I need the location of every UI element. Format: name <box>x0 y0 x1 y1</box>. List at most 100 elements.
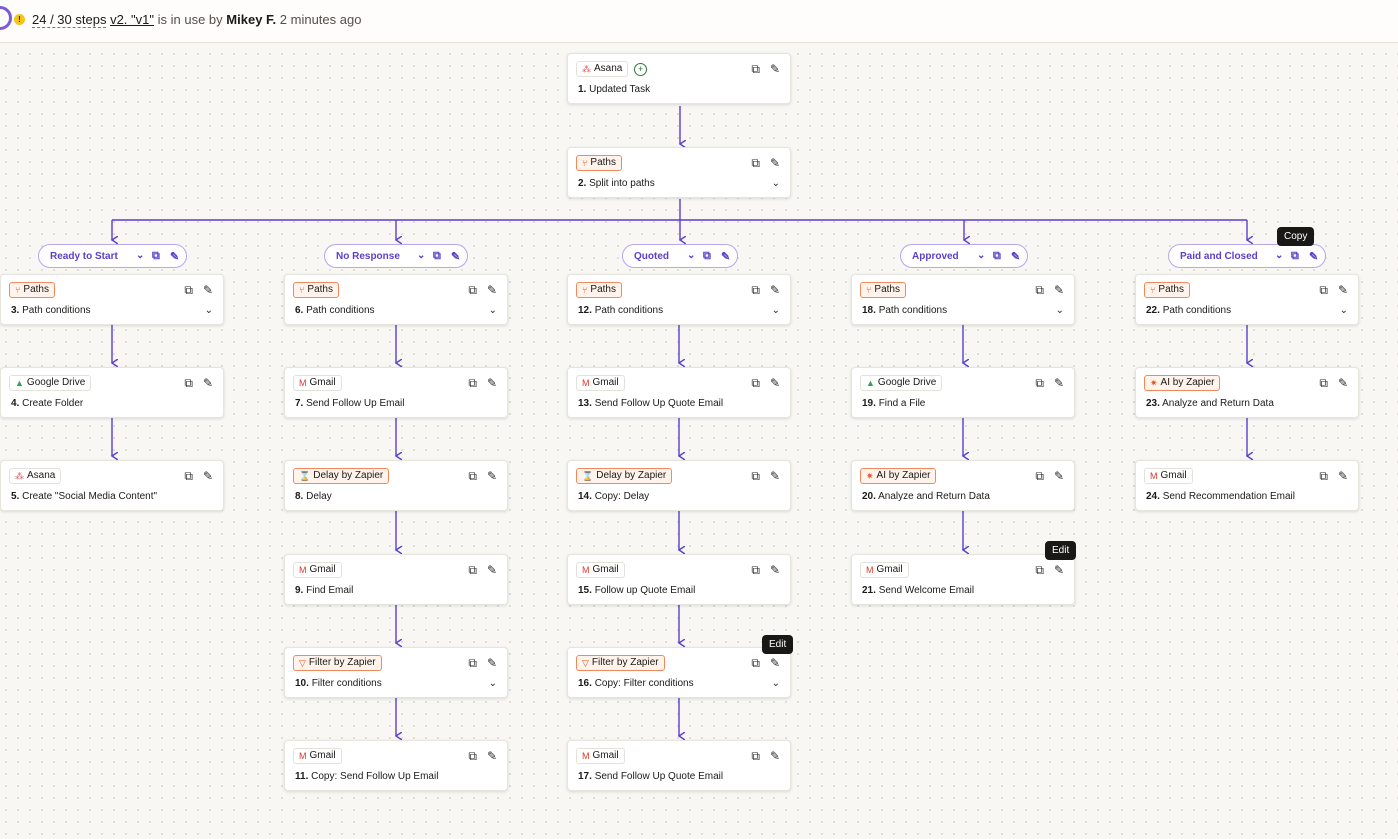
chevron-down-icon[interactable]: ⌄ <box>205 305 213 316</box>
step-card[interactable]: M Gmail 7. Send Follow Up Email ⧉ ✎ <box>284 367 508 418</box>
copy-icon[interactable]: ⧉ <box>152 250 160 263</box>
trigger-plus-icon[interactable]: + <box>634 63 647 76</box>
edit-icon[interactable]: ✎ <box>1054 284 1064 296</box>
edit-icon[interactable]: ✎ <box>770 470 780 482</box>
step-card[interactable]: M Gmail 17. Send Follow Up Quote Email ⧉ ✎ <box>567 740 791 791</box>
edit-icon[interactable]: ✎ <box>721 250 730 263</box>
copy-icon[interactable]: ⧉ <box>468 470 477 482</box>
copy-icon[interactable]: ⧉ <box>751 284 760 296</box>
step-card[interactable]: ▲ Google Drive 19. Find a File ⧉ ✎ <box>851 367 1075 418</box>
copy-icon[interactable]: ⧉ <box>993 250 1001 263</box>
step-card[interactable]: ▽ Filter by Zapier 10. Filter conditions ⧉ ✎… <box>284 647 508 698</box>
path-pill[interactable]: Ready to Start ⌄ ⧉ ✎ <box>38 244 187 268</box>
step-card[interactable]: ⑂ Paths 22. Path conditions ⧉ ✎ ⌄ <box>1135 274 1359 325</box>
copy-icon[interactable]: ⧉ <box>184 377 193 389</box>
path-pill[interactable]: Quoted ⌄ ⧉ ✎ <box>622 244 738 268</box>
copy-icon[interactable]: ⧉ <box>184 284 193 296</box>
copy-icon[interactable]: ⧉ <box>751 564 760 576</box>
edit-icon[interactable]: ✎ <box>1338 470 1348 482</box>
chevron-down-icon[interactable]: ⌄ <box>1340 305 1348 316</box>
edit-icon[interactable]: ✎ <box>770 564 780 576</box>
copy-icon[interactable]: ⧉ <box>468 564 477 576</box>
copy-icon[interactable]: ⧉ <box>1319 284 1328 296</box>
step-card[interactable]: ⁂ Asana 5. Create "Social Media Content" ⧉ ✎ <box>0 460 224 511</box>
chevron-down-icon[interactable]: ⌄ <box>772 678 780 689</box>
copy-icon[interactable]: ⧉ <box>1035 470 1044 482</box>
copy-icon[interactable]: ⧉ <box>751 377 760 389</box>
step-card[interactable]: ✷ AI by Zapier 23. Analyze and Return Data… <box>1135 367 1359 418</box>
edit-icon[interactable]: ✎ <box>170 250 179 263</box>
step-card[interactable]: ⑂ Paths 18. Path conditions ⧉ ✎ ⌄ <box>851 274 1075 325</box>
step-card[interactable]: ⑂ Paths 3. Path conditions ⧉ ✎ ⌄ <box>0 274 224 325</box>
edit-icon[interactable]: ✎ <box>203 470 213 482</box>
edit-icon[interactable]: ✎ <box>1338 377 1348 389</box>
copy-icon[interactable]: ⧉ <box>468 750 477 762</box>
edit-icon[interactable]: ✎ <box>203 284 213 296</box>
step-card[interactable]: ⌛ Delay by Zapier 14. Copy: Delay ⧉ ✎ <box>567 460 791 511</box>
path-pill[interactable]: No Response ⌄ ⧉ ✎ <box>324 244 468 268</box>
chevron-down-icon[interactable]: ⌄ <box>772 305 780 316</box>
edit-icon[interactable]: ✎ <box>1338 284 1348 296</box>
copy-icon[interactable]: ⧉ <box>751 157 760 169</box>
chevron-down-icon[interactable]: ⌄ <box>417 250 425 261</box>
chevron-down-icon[interactable]: ⌄ <box>489 678 497 689</box>
path-pill[interactable]: Paid and Closed ⌄ ⧉ ✎ <box>1168 244 1326 268</box>
copy-icon[interactable]: ⧉ <box>184 470 193 482</box>
edit-icon[interactable]: ✎ <box>203 377 213 389</box>
chevron-down-icon[interactable]: ⌄ <box>1056 305 1064 316</box>
edit-icon[interactable]: ✎ <box>451 250 460 263</box>
edit-icon[interactable]: ✎ <box>487 750 497 762</box>
copy-icon[interactable]: ⧉ <box>1035 564 1044 576</box>
step-card[interactable]: M Gmail 13. Send Follow Up Quote Email ⧉ ✎ <box>567 367 791 418</box>
copy-icon[interactable]: ⧉ <box>1035 284 1044 296</box>
step-card[interactable]: ▲ Google Drive 4. Create Folder ⧉ ✎ <box>0 367 224 418</box>
edit-icon[interactable]: ✎ <box>487 657 497 669</box>
copy-icon[interactable]: ⧉ <box>1319 470 1328 482</box>
edit-icon[interactable]: ✎ <box>1011 250 1020 263</box>
edit-icon[interactable]: ✎ <box>487 470 497 482</box>
step-card[interactable]: M Gmail 21. Send Welcome Email ⧉ ✎ <box>851 554 1075 605</box>
step-card[interactable]: M Gmail 24. Send Recommendation Email ⧉ ✎ <box>1135 460 1359 511</box>
step-card[interactable]: M Gmail 15. Follow up Quote Email ⧉ ✎ <box>567 554 791 605</box>
copy-icon[interactable]: ⧉ <box>1291 250 1299 263</box>
edit-icon[interactable]: ✎ <box>1054 470 1064 482</box>
step-card[interactable]: ⑂ Paths 12. Path conditions ⧉ ✎ ⌄ <box>567 274 791 325</box>
step-card-1[interactable]: ⁂ Asana + 1. Updated Task ⧉ ✎ <box>567 53 791 104</box>
copy-icon[interactable]: ⧉ <box>468 657 477 669</box>
path-pill[interactable]: Approved ⌄ ⧉ ✎ <box>900 244 1028 268</box>
step-card[interactable]: M Gmail 9. Find Email ⧉ ✎ <box>284 554 508 605</box>
copy-icon[interactable]: ⧉ <box>1319 377 1328 389</box>
edit-icon[interactable]: ✎ <box>770 377 780 389</box>
edit-icon[interactable]: ✎ <box>770 157 780 169</box>
step-card[interactable]: ⑂ Paths 6. Path conditions ⧉ ✎ ⌄ <box>284 274 508 325</box>
chevron-down-icon[interactable]: ⌄ <box>136 250 144 261</box>
edit-icon[interactable]: ✎ <box>770 657 780 669</box>
copy-icon[interactable]: ⧉ <box>751 657 760 669</box>
step-card[interactable]: ⌛ Delay by Zapier 8. Delay ⧉ ✎ <box>284 460 508 511</box>
chevron-down-icon[interactable]: ⌄ <box>1275 250 1283 261</box>
copy-icon[interactable]: ⧉ <box>1035 377 1044 389</box>
edit-icon[interactable]: ✎ <box>1054 377 1064 389</box>
chevron-down-icon[interactable]: ⌄ <box>977 250 985 261</box>
edit-icon[interactable]: ✎ <box>487 564 497 576</box>
copy-icon[interactable]: ⧉ <box>751 750 760 762</box>
step-card-2[interactable]: ⑂ Paths 2. Split into paths ⧉ ✎ ⌄ <box>567 147 791 198</box>
step-card[interactable]: ▽ Filter by Zapier 16. Copy: Filter condit… <box>567 647 791 698</box>
edit-icon[interactable]: ✎ <box>770 63 780 75</box>
copy-icon[interactable]: ⧉ <box>751 470 760 482</box>
copy-icon[interactable]: ⧉ <box>468 377 477 389</box>
copy-icon[interactable]: ⧉ <box>703 250 711 263</box>
edit-icon[interactable]: ✎ <box>487 284 497 296</box>
copy-icon[interactable]: ⧉ <box>433 250 441 263</box>
edit-icon[interactable]: ✎ <box>487 377 497 389</box>
edit-icon[interactable]: ✎ <box>770 750 780 762</box>
chevron-down-icon[interactable]: ⌄ <box>772 178 780 189</box>
copy-icon[interactable]: ⧉ <box>468 284 477 296</box>
chevron-down-icon[interactable]: ⌄ <box>687 250 695 261</box>
step-card[interactable]: M Gmail 11. Copy: Send Follow Up Email ⧉ ✎ <box>284 740 508 791</box>
edit-icon[interactable]: ✎ <box>770 284 780 296</box>
step-card[interactable]: ✷ AI by Zapier 20. Analyze and Return Data… <box>851 460 1075 511</box>
chevron-down-icon[interactable]: ⌄ <box>489 305 497 316</box>
copy-icon[interactable]: ⧉ <box>751 63 760 75</box>
edit-icon[interactable]: ✎ <box>1309 250 1318 263</box>
